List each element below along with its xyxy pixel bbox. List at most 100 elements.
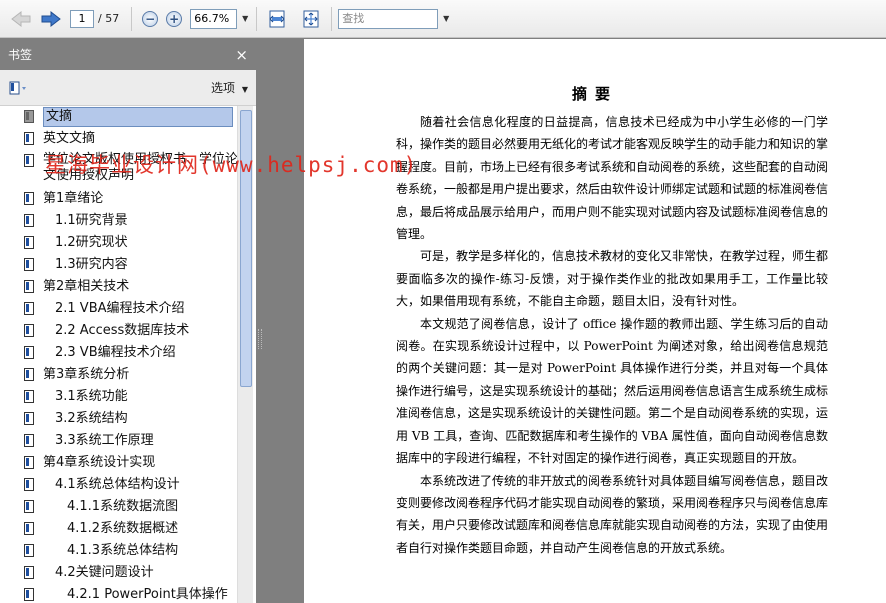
options-label: 选项 <box>211 81 236 95</box>
bookmark-label: 文摘 <box>43 107 233 127</box>
bookmark-page-icon <box>24 390 34 403</box>
bookmark-item[interactable]: 4.2关键问题设计 <box>0 562 237 584</box>
previous-page-button[interactable] <box>6 7 36 31</box>
bookmark-item[interactable]: 第3章系统分析 <box>0 364 237 386</box>
bookmark-page-icon <box>24 154 34 167</box>
bookmark-item[interactable]: 1.1研究背景 <box>0 210 237 232</box>
bookmark-page-icon <box>24 346 34 359</box>
bookmark-label: 3.2系统结构 <box>55 411 128 426</box>
bookmark-page-icon <box>24 566 34 579</box>
bookmarks-panel: 书签 × 选项 ▼ 文摘 英文文摘 学位论文版权使用授权书、学位论文使用授权声明 第1… <box>0 39 256 603</box>
toolbar-separator <box>256 6 258 31</box>
bookmark-tool-button[interactable] <box>8 80 30 96</box>
zoom-out-button[interactable]: − <box>142 10 159 27</box>
bookmark-label: 第3章系统分析 <box>43 367 130 382</box>
bookmark-label: 4.1.3系统总体结构 <box>67 543 179 558</box>
bookmark-item[interactable]: 2.2 Access数据库技术 <box>0 320 237 342</box>
fit-width-icon <box>269 10 285 27</box>
bookmark-item[interactable]: 4.1.1系统数据流图 <box>0 496 237 518</box>
bookmark-page-icon <box>24 324 34 337</box>
bookmark-page-icon <box>24 456 34 469</box>
toolbar-separator <box>131 6 133 31</box>
next-page-button[interactable] <box>36 7 66 31</box>
options-menu-button[interactable]: 选项 ▼ <box>211 79 248 96</box>
bookmark-label: 4.1.1系统数据流图 <box>67 499 179 514</box>
zoom-in-button[interactable]: + <box>166 10 183 27</box>
fit-width-button[interactable] <box>263 7 291 31</box>
bookmark-label: 第2章相关技术 <box>43 279 130 294</box>
panel-tools: 选项 ▼ <box>0 70 256 106</box>
bookmark-item[interactable]: 第4章系统设计实现 <box>0 452 237 474</box>
bookmark-scrollbar[interactable] <box>237 106 253 603</box>
bookmark-page-icon <box>24 302 34 315</box>
bookmark-page-icon <box>24 434 34 447</box>
chevron-down-icon: ▼ <box>241 85 248 94</box>
panel-splitter[interactable] <box>256 39 304 603</box>
plus-icon: + <box>169 11 180 26</box>
bookmark-page-icon <box>24 478 34 491</box>
bookmark-item[interactable]: 4.1.2系统数据概述 <box>0 518 237 540</box>
watermark: 星海毕业设计网(www.helpsj.com) <box>45 153 418 177</box>
bookmark-item[interactable]: 英文文摘 <box>0 128 237 150</box>
bookmark-item[interactable]: 1.3研究内容 <box>0 254 237 276</box>
fit-page-button[interactable] <box>297 7 325 31</box>
fit-page-icon <box>303 10 319 27</box>
toolbar-separator <box>331 6 333 31</box>
bookmark-page-icon <box>24 132 34 145</box>
bookmark-page-icon <box>24 236 34 249</box>
bookmark-item[interactable]: 4.1系统总体结构设计 <box>0 474 237 496</box>
bookmark-page-icon <box>24 280 34 293</box>
panel-title: 书签 <box>8 48 33 62</box>
search-input[interactable]: 查找 <box>338 8 439 29</box>
bookmark-label: 4.2关键问题设计 <box>55 565 154 580</box>
bookmark-label: 1.3研究内容 <box>55 257 128 272</box>
bookmark-item[interactable]: 第1章绪论 <box>0 188 237 210</box>
bookmark-item[interactable]: 文摘 <box>0 106 237 128</box>
panel-header: 书签 × <box>0 39 256 70</box>
page-title: 摘要 <box>571 85 618 103</box>
bookmark-icon <box>9 81 26 94</box>
bookmark-list: 文摘 英文文摘 学位论文版权使用授权书、学位论文使用授权声明 第1章绪论 1.1研究背景… <box>0 106 238 603</box>
bookmark-page-icon <box>24 214 34 227</box>
document-page: 摘要 随着社会信息化程度的日益提高，信息技术已经成为中小学生必修的一门学科，操作… <box>304 39 886 603</box>
paragraph: 随着社会信息化程度的日益提高，信息技术已经成为中小学生必修的一门学科，操作类的题… <box>396 115 829 242</box>
search-dropdown-arrow-icon[interactable]: ▼ <box>441 14 451 23</box>
bookmark-label: 4.2.1 PowerPoint具体操作 <box>67 587 228 602</box>
bookmark-item[interactable]: 3.1系统功能 <box>0 386 237 408</box>
arrow-right-icon <box>41 10 61 27</box>
bookmark-label: 1.2研究现状 <box>55 235 128 250</box>
bookmark-page-icon <box>24 110 34 123</box>
bookmark-label: 3.1系统功能 <box>55 389 128 404</box>
bookmark-label: 第4章系统设计实现 <box>43 455 156 470</box>
bookmark-label: 4.1.2系统数据概述 <box>67 521 179 536</box>
bookmark-tree: 文摘 英文文摘 学位论文版权使用授权书、学位论文使用授权声明 第1章绪论 1.1研究背景… <box>0 106 256 603</box>
zoom-level-input[interactable]: 66.7% <box>190 8 238 29</box>
bookmark-page-icon <box>24 368 34 381</box>
paragraph: 本系统改进了传统的非开放式的阅卷系统针对具体题目编写阅卷信息，题目改变则要修改阅… <box>396 473 829 555</box>
bookmark-item[interactable]: 3.2系统结构 <box>0 408 237 430</box>
paragraph: 本文规范了阅卷信息，设计了 office 操作题的教师出题、学生练习后的自动阅卷… <box>396 316 829 466</box>
close-icon[interactable]: × <box>235 46 248 64</box>
bookmark-label: 3.3系统工作原理 <box>55 433 154 448</box>
bookmark-item[interactable]: 1.2研究现状 <box>0 232 237 254</box>
bookmark-item[interactable]: 4.2.1 PowerPoint具体操作 <box>0 584 237 603</box>
page-number-input[interactable]: 1 <box>70 9 94 28</box>
bookmark-page-icon <box>24 588 34 601</box>
bookmark-item[interactable]: 3.3系统工作原理 <box>0 430 237 452</box>
bookmark-label: 2.2 Access数据库技术 <box>55 323 190 338</box>
bookmark-page-icon <box>24 412 34 425</box>
toolbar: 1 / 57 − + 66.7% ▼ 查找 ▼ <box>0 0 886 38</box>
page-total-label: / 57 <box>98 12 120 25</box>
paragraph: 可是，教学是多样化的，信息技术教材的变化又非常快，在教学过程，师生都要面临多次的… <box>396 249 829 309</box>
bookmark-item[interactable]: 2.1 VBA编程技术介绍 <box>0 298 237 320</box>
bookmark-label: 4.1系统总体结构设计 <box>55 477 180 492</box>
bookmark-item[interactable]: 第2章相关技术 <box>0 276 237 298</box>
bookmark-item[interactable]: 4.1.3系统总体结构 <box>0 540 237 562</box>
bookmark-label: 1.1研究背景 <box>55 213 128 228</box>
bookmark-page-icon <box>24 258 34 271</box>
bookmark-label: 2.3 VB编程技术介绍 <box>55 345 176 360</box>
bookmark-page-icon <box>24 522 34 535</box>
bookmark-item[interactable]: 2.3 VB编程技术介绍 <box>0 342 237 364</box>
zoom-dropdown-arrow-icon[interactable]: ▼ <box>240 14 250 23</box>
bookmark-page-icon <box>24 192 34 205</box>
